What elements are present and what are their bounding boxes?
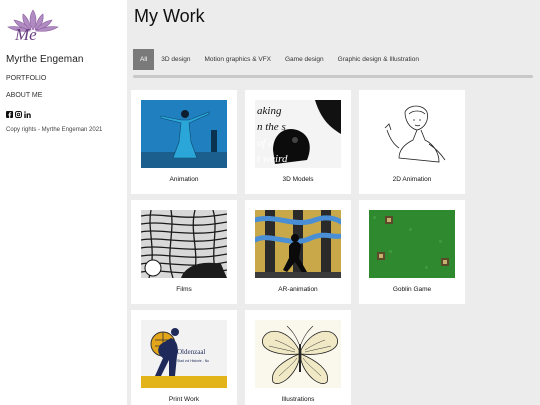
tab-game-design[interactable]: Game design xyxy=(278,49,331,70)
sidebar: Me Myrthe Engeman PORTFOLIO ABOUT ME Cop… xyxy=(0,0,127,405)
site-name[interactable]: Myrthe Engeman xyxy=(6,54,84,65)
models-text-3: of a xyxy=(257,137,274,149)
print-title: Oldenzaal xyxy=(177,348,205,356)
card-label-2d-animation: 2D Animation xyxy=(392,176,432,183)
social-links xyxy=(6,111,31,118)
card-2d-animation[interactable]: 2D Animation xyxy=(359,90,465,194)
card-illustrations[interactable]: Illustrations xyxy=(245,310,351,405)
models-text-1: aking xyxy=(257,105,282,117)
card-goblin-game[interactable]: Goblin Game xyxy=(359,200,465,304)
tab-all[interactable]: All xyxy=(133,49,155,70)
print-subtitle: Stad vol Historie - Nu xyxy=(177,359,209,363)
thumbnail-print-work: Oldenzaal Stad vol Historie - Nu xyxy=(141,320,227,388)
models-text-4: t weird xyxy=(257,153,288,165)
card-label-films: Films xyxy=(176,286,192,293)
card-label-print-work: Print Work xyxy=(168,396,200,403)
card-3d-models[interactable]: aking n the s of a t weird 3D Models xyxy=(245,90,351,194)
card-label-illustrations: Illustrations xyxy=(281,396,315,403)
tab-motion-graphics-vfx[interactable]: Motion graphics & VFX xyxy=(198,49,278,70)
thumbnail-3d-models: aking n the s of a t weird xyxy=(255,100,341,168)
copyright-text: Copy rights - Myrthe Engeman 2021 xyxy=(6,127,103,133)
nav-about-me[interactable]: ABOUT ME xyxy=(6,92,42,99)
filter-tabs: All 3D design Motion graphics & VFX Game… xyxy=(133,49,426,70)
thumbnail-goblin-game xyxy=(369,210,455,278)
tab-underline xyxy=(133,75,533,78)
thumbnail-illustrations xyxy=(255,320,341,388)
models-text-2: n the s xyxy=(257,121,286,133)
card-ar-animation[interactable]: AR-animation xyxy=(245,200,351,304)
tab-graphic-design-illustration[interactable]: Graphic design & Illustration xyxy=(331,49,426,70)
thumbnail-films xyxy=(141,210,227,278)
facebook-icon[interactable] xyxy=(6,111,13,118)
card-label-animation: Animation xyxy=(169,176,199,183)
page-title: My Work xyxy=(134,6,205,26)
instagram-icon[interactable] xyxy=(15,111,22,118)
thumbnail-2d-animation xyxy=(369,100,455,168)
site-logo[interactable]: Me xyxy=(6,8,60,44)
thumbnail-animation xyxy=(141,100,227,168)
card-animation[interactable]: Animation xyxy=(131,90,237,194)
thumbnail-ar-animation xyxy=(255,210,341,278)
main-content: My Work All 3D design Motion graphics & … xyxy=(127,0,540,405)
card-films[interactable]: Films xyxy=(131,200,237,304)
card-label-goblin-game: Goblin Game xyxy=(392,286,432,293)
nav-portfolio[interactable]: PORTFOLIO xyxy=(6,75,46,82)
card-label-ar-animation: AR-animation xyxy=(278,286,318,293)
tab-3d-design[interactable]: 3D design xyxy=(154,49,197,70)
linkedin-icon[interactable] xyxy=(24,111,31,118)
logo-text: Me xyxy=(14,25,37,44)
card-label-3d-models: 3D Models xyxy=(282,176,314,183)
card-print-work[interactable]: Oldenzaal Stad vol Historie - Nu Print W… xyxy=(131,310,237,405)
